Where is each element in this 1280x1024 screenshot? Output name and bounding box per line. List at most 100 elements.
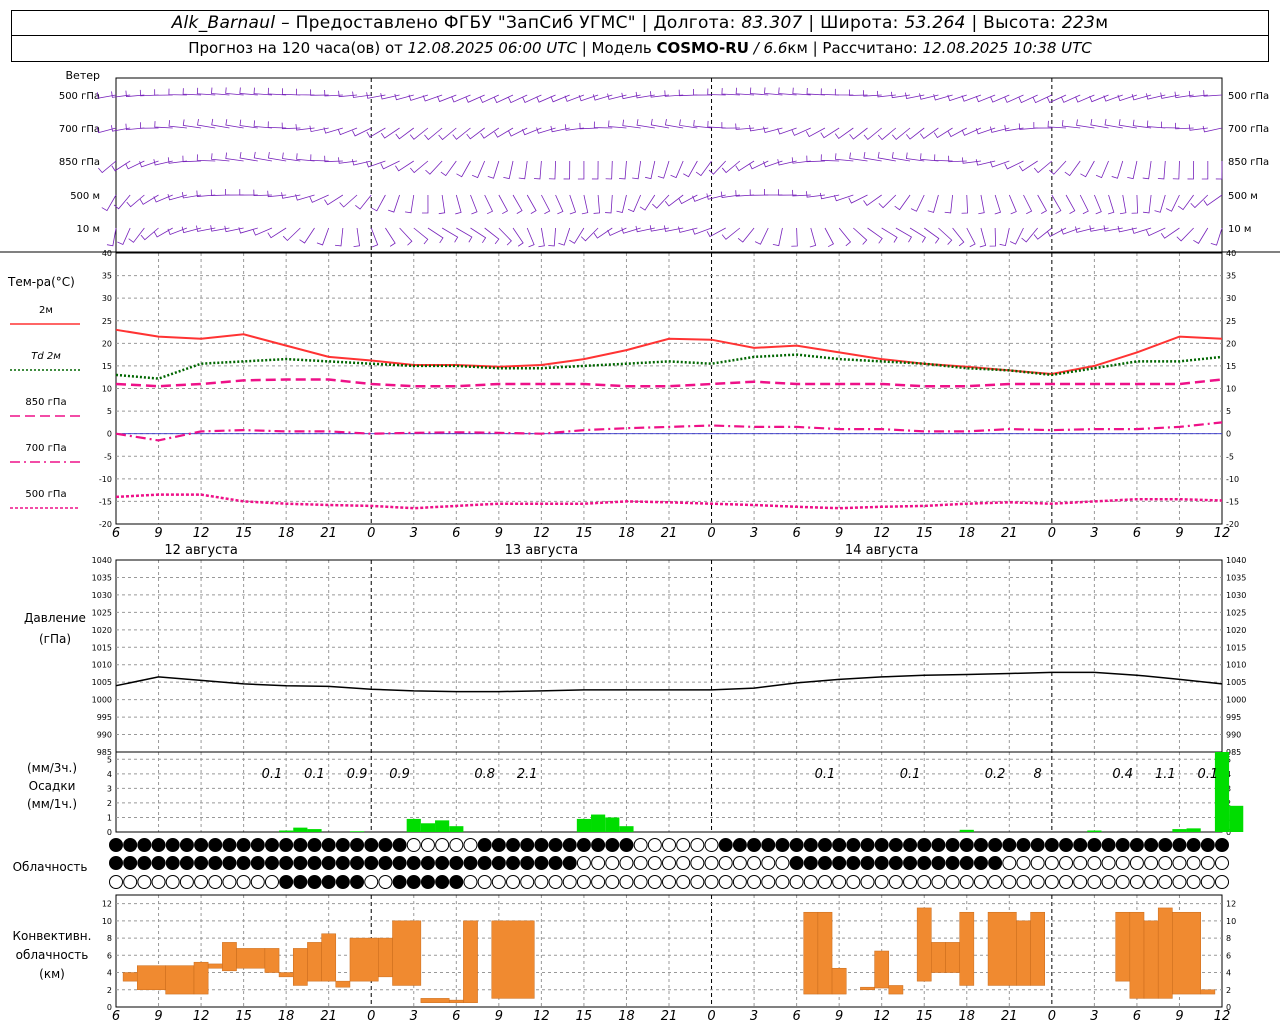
wind-barb bbox=[994, 194, 1001, 215]
y-tick-left: 1025 bbox=[92, 608, 112, 617]
y-tick-left: -10 bbox=[99, 475, 112, 484]
wind-barb bbox=[1023, 194, 1033, 215]
wind-barb bbox=[834, 88, 854, 96]
precip-bar bbox=[591, 814, 606, 832]
wind-barb bbox=[1161, 121, 1180, 129]
wind-barb bbox=[441, 227, 459, 243]
wind-barb bbox=[281, 88, 301, 96]
cloud-cover-symbol bbox=[1186, 856, 1201, 870]
y-tick-right: 1005 bbox=[1226, 678, 1246, 687]
conv-title-2: облачность bbox=[16, 948, 89, 962]
x-tick-label-bottom: 15 bbox=[576, 1009, 593, 1024]
y-tick-right: 995 bbox=[1226, 713, 1241, 722]
wind-panel: Ветер 500 гПа 500 гПа 700 гПа 700 гПа 850 гП… bbox=[59, 69, 1269, 248]
cloud-cover-symbol bbox=[264, 856, 279, 870]
wind-barb bbox=[338, 90, 358, 98]
cloud-cover-symbol bbox=[520, 838, 535, 852]
x-tick-label: 9 bbox=[835, 526, 843, 541]
wind-barb bbox=[210, 189, 230, 196]
cloud-cover-symbol bbox=[307, 838, 322, 852]
cloud-cover-symbol bbox=[931, 875, 946, 889]
wind-barb bbox=[296, 153, 315, 162]
cloud-cover-symbol bbox=[832, 856, 847, 870]
x-tick-label: 12 bbox=[873, 526, 890, 541]
conv-cloud-bar bbox=[1172, 911, 1201, 995]
wind-barb bbox=[1193, 227, 1209, 244]
cloud-cover-symbol bbox=[449, 856, 464, 870]
precip-sum-label: 0.1 bbox=[262, 767, 283, 782]
y-tick-right: 20 bbox=[1226, 339, 1236, 348]
x-tick-label: 3 bbox=[410, 526, 418, 541]
wind-barb bbox=[224, 225, 244, 233]
y-tick-right: 1020 bbox=[1226, 626, 1246, 635]
wind-barb bbox=[555, 194, 564, 215]
wind-barb bbox=[239, 189, 258, 196]
wind-barb bbox=[1008, 194, 1017, 215]
wind-barb bbox=[484, 194, 494, 215]
cloud-cover-symbol bbox=[137, 875, 152, 889]
cloud-cover-symbol bbox=[335, 875, 350, 889]
cloud-cover-symbol bbox=[562, 875, 577, 889]
wind-barb bbox=[707, 120, 726, 129]
y-tick-left: -15 bbox=[99, 497, 112, 506]
wind-barb bbox=[978, 194, 985, 215]
conv-cloud-bar bbox=[803, 911, 819, 995]
wind-barb bbox=[335, 227, 344, 247]
cloud-cover-symbol bbox=[1030, 875, 1045, 889]
wind-level-label-right: 700 гПа bbox=[1228, 124, 1269, 135]
x-tick-label: 15 bbox=[916, 526, 933, 541]
cloud-cover-symbol bbox=[491, 875, 506, 889]
wind-barb bbox=[652, 194, 670, 209]
wind-barb bbox=[632, 160, 642, 180]
wind-barb bbox=[944, 194, 953, 214]
wind-barb bbox=[1143, 194, 1152, 214]
wind-barb bbox=[371, 194, 386, 212]
cloud-cover-symbol bbox=[619, 875, 634, 889]
wind-barb bbox=[181, 191, 202, 199]
wind-barb bbox=[470, 227, 487, 244]
wind-barb bbox=[512, 227, 524, 247]
cloud-cover-symbol bbox=[591, 838, 606, 852]
wind-barb bbox=[427, 227, 444, 244]
cloud-cover-symbol bbox=[350, 838, 365, 852]
cloud-cover-symbol bbox=[647, 838, 662, 852]
cloud-cover-symbol bbox=[1030, 856, 1045, 870]
cloud-cover-symbol bbox=[477, 875, 492, 889]
wind-barb bbox=[395, 127, 415, 140]
cloud-cover-symbol bbox=[335, 856, 350, 870]
conv-cloud-bar bbox=[193, 961, 209, 995]
y-tick-right: 1015 bbox=[1226, 643, 1246, 652]
cloud-cover-symbol bbox=[1172, 856, 1187, 870]
conv-cloud-bar bbox=[1016, 920, 1031, 986]
cloud-cover-symbol bbox=[1200, 856, 1215, 870]
wind-barb bbox=[126, 194, 145, 208]
wind-barb bbox=[989, 227, 997, 247]
cloud-cover-symbol bbox=[420, 838, 435, 852]
cloud-cover-symbol bbox=[1087, 838, 1102, 852]
conv-cloud-bar bbox=[463, 920, 478, 1003]
wind-barb bbox=[581, 194, 589, 215]
y-tick-left: 10 bbox=[102, 917, 112, 926]
conv-cloud-bar bbox=[236, 948, 266, 969]
cloud-cover-symbol bbox=[307, 875, 322, 889]
precip-bar bbox=[576, 818, 592, 832]
precip-title-2: Осадки bbox=[29, 779, 76, 793]
conv-cloud-bar bbox=[392, 920, 422, 986]
conv-cloud-bar bbox=[264, 948, 280, 973]
cloud-cover-symbol bbox=[718, 856, 733, 870]
cloud-cover-symbol bbox=[1044, 875, 1059, 889]
day-label: 14 августа bbox=[845, 543, 919, 558]
wind-barb bbox=[1215, 160, 1223, 180]
cloud-cover-symbol bbox=[704, 856, 719, 870]
cloud-cover-symbol bbox=[123, 875, 138, 889]
cloud-cover-symbol bbox=[194, 875, 209, 889]
cloud-cover-symbol bbox=[647, 875, 662, 889]
x-tick-label-bottom: 9 bbox=[495, 1009, 503, 1024]
wind-barb bbox=[593, 194, 601, 214]
cloud-cover-symbol bbox=[973, 838, 988, 852]
y-tick-left: 35 bbox=[102, 272, 112, 281]
wind-barb bbox=[140, 227, 159, 241]
y-tick-right: 5 bbox=[1226, 407, 1231, 416]
cloud-cover-symbol bbox=[988, 838, 1003, 852]
precip-bar bbox=[349, 831, 365, 832]
